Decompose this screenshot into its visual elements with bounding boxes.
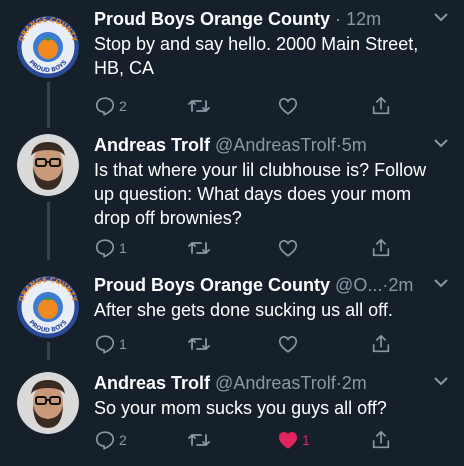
tweet-header: Andreas Trolf @AndreasTrolf·5m xyxy=(94,134,428,156)
user-handle[interactable]: @O... xyxy=(335,275,382,295)
share-button[interactable] xyxy=(370,236,392,260)
share-icon xyxy=(372,430,390,449)
share-button[interactable] xyxy=(370,332,392,356)
tweet-text: After she gets done sucking us all off. xyxy=(94,300,393,320)
tweet-text: So your mom sucks you guys all off? xyxy=(94,398,387,418)
retweet-button[interactable] xyxy=(187,236,214,260)
like-icon xyxy=(278,432,298,449)
reply-icon xyxy=(95,97,115,116)
retweet-icon xyxy=(188,338,210,350)
tweet[interactable]: Andreas Trolf @AndreasTrolf·2m So your m… xyxy=(0,372,464,466)
reply-icon xyxy=(95,335,115,354)
like-button[interactable] xyxy=(277,94,302,118)
reply-count: 2 xyxy=(119,432,127,448)
thread-line xyxy=(47,202,50,260)
user-handle[interactable]: @AndreasTrolf xyxy=(215,135,336,155)
reply-button[interactable]: 2 xyxy=(94,94,127,118)
tweet-text: Stop by and say hello. 2000 Main Street,… xyxy=(94,34,419,78)
share-icon xyxy=(372,96,390,115)
reply-button[interactable]: 1 xyxy=(94,236,127,260)
like-count: 1 xyxy=(302,432,310,448)
like-button[interactable] xyxy=(277,236,302,260)
separator: · xyxy=(335,9,342,29)
reply-icon xyxy=(95,431,115,450)
chevron-down-icon[interactable] xyxy=(434,138,448,148)
reply-button[interactable]: 1 xyxy=(94,332,127,356)
tweet-header: Proud Boys Orange County · 12m xyxy=(94,8,428,30)
tweet-header: Andreas Trolf @AndreasTrolf·2m xyxy=(94,372,428,394)
chevron-down-icon[interactable] xyxy=(434,12,448,22)
share-icon xyxy=(372,238,390,257)
timestamp[interactable]: 12m xyxy=(346,9,381,29)
reply-button[interactable]: 2 xyxy=(94,428,127,452)
like-icon xyxy=(278,240,298,257)
tweet[interactable]: ORANGE COUNTY PROUD BOYS Proud Boys Oran… xyxy=(0,274,464,360)
tweet[interactable]: ORANGE COUNTY PROUD BOYS Proud Boys Oran… xyxy=(0,8,464,128)
display-name[interactable]: Proud Boys Orange County xyxy=(94,9,330,29)
reply-icon xyxy=(95,239,115,258)
display-name[interactable]: Proud Boys Orange County xyxy=(94,275,330,295)
display-name[interactable]: Andreas Trolf xyxy=(94,135,210,155)
tweet-text: Is that where your lil clubhouse is? Fol… xyxy=(94,160,427,228)
timestamp[interactable]: 5m xyxy=(342,135,367,155)
retweet-icon xyxy=(188,100,210,112)
like-icon xyxy=(278,336,298,353)
timestamp[interactable]: 2m xyxy=(388,275,413,295)
avatar[interactable]: ORANGE COUNTY PROUD BOYS xyxy=(17,16,79,78)
chevron-down-icon[interactable] xyxy=(434,278,448,288)
tweet-actions: 1 xyxy=(94,236,404,260)
tweet-actions: 2 1 xyxy=(94,428,404,452)
share-button[interactable] xyxy=(370,94,392,118)
share-button[interactable] xyxy=(370,428,392,452)
retweet-button[interactable] xyxy=(187,332,214,356)
thread-line xyxy=(47,342,50,360)
like-button[interactable]: 1 xyxy=(277,428,310,452)
timestamp[interactable]: 2m xyxy=(342,373,367,393)
like-icon xyxy=(278,98,298,115)
retweet-button[interactable] xyxy=(187,94,214,118)
user-handle[interactable]: @AndreasTrolf xyxy=(215,373,336,393)
share-icon xyxy=(372,334,390,353)
display-name[interactable]: Andreas Trolf xyxy=(94,373,210,393)
retweet-button[interactable] xyxy=(187,428,214,452)
reply-count: 1 xyxy=(119,336,127,352)
avatar[interactable]: ORANGE COUNTY PROUD BOYS xyxy=(17,276,79,338)
reply-count: 1 xyxy=(119,240,127,256)
retweet-icon xyxy=(188,434,210,446)
avatar[interactable] xyxy=(17,372,79,434)
avatar[interactable] xyxy=(17,134,79,196)
retweet-icon xyxy=(188,242,210,254)
tweet-actions: 1 xyxy=(94,332,404,356)
reply-count: 2 xyxy=(119,98,127,114)
chevron-down-icon[interactable] xyxy=(434,376,448,386)
like-button[interactable] xyxy=(277,332,302,356)
tweet-actions: 2 xyxy=(94,94,404,118)
thread-line xyxy=(47,82,50,128)
tweet[interactable]: Andreas Trolf @AndreasTrolf·5m Is that w… xyxy=(0,134,464,260)
tweet-header: Proud Boys Orange County @O...·2m xyxy=(94,274,428,296)
